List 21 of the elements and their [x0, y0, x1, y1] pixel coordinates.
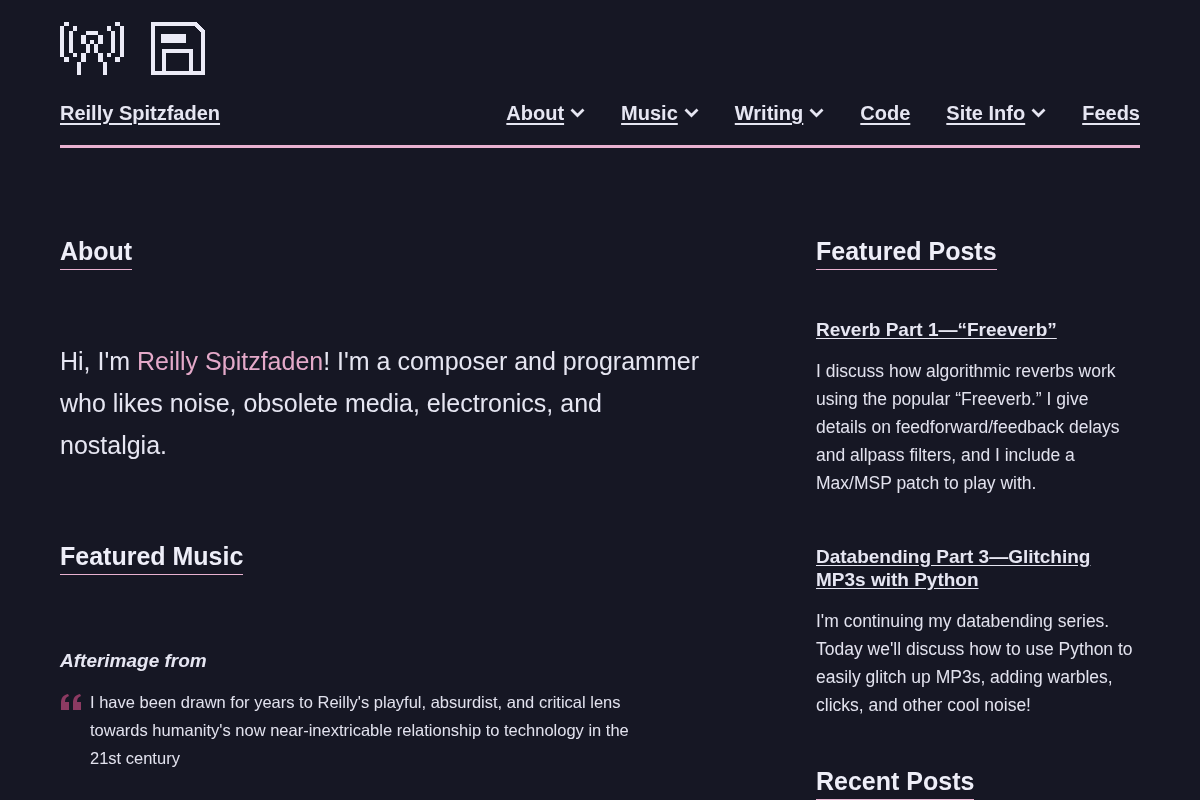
- nav-link[interactable]: Code: [860, 101, 911, 125]
- intro-paragraph: Hi, I'm Reilly Spitzfaden! I'm a composer and programmer who likes noise, obsolete media, electronics, and nostalgia.: [60, 346, 700, 461]
- post-title-link[interactable]: Reverb Part 1—“Freeverb”: [816, 318, 1140, 341]
- quote-mark-icon: [60, 694, 82, 710]
- post-title-link[interactable]: Databending Part 3—Glitching MP3s with Python: [816, 545, 1140, 591]
- quote-text: I have been drawn for years to Reilly's playful, absurdist, and critical lens towards humanity's now near-inextricable relationship to technology in the 21st century: [90, 692, 630, 769]
- name-link[interactable]: Reilly Spitzfaden: [137, 347, 324, 375]
- section-heading: Recent Posts: [816, 767, 975, 800]
- nav-link[interactable]: Feeds: [1082, 101, 1140, 125]
- nav-link[interactable]: Site Info: [946, 101, 1047, 125]
- site-title-link[interactable]: Reilly Spitzfaden: [60, 101, 221, 125]
- post-summary: I'm continuing my databending series. Today we'll discuss how to use Python to easily glitch up MP3s, adding warbles, clicks, and other cool noise!: [816, 610, 1134, 717]
- pixel-antenna-icon: [60, 22, 124, 75]
- post-summary: I discuss how algorithmic reverbs work using the popular “Freeverb.” I give details on feedforward/feedback delays and allpass filters, and I include a Max/MSP patch to play with.: [816, 360, 1121, 495]
- section-heading: Featured Posts: [816, 237, 997, 270]
- music-title: Afterimage from: [60, 649, 208, 673]
- nav-link[interactable]: Writing: [734, 101, 825, 125]
- nav-link[interactable]: Music: [621, 101, 699, 125]
- section-heading: About: [60, 237, 133, 270]
- section-heading: Featured Music: [60, 542, 244, 575]
- nav-link[interactable]: About: [506, 101, 586, 125]
